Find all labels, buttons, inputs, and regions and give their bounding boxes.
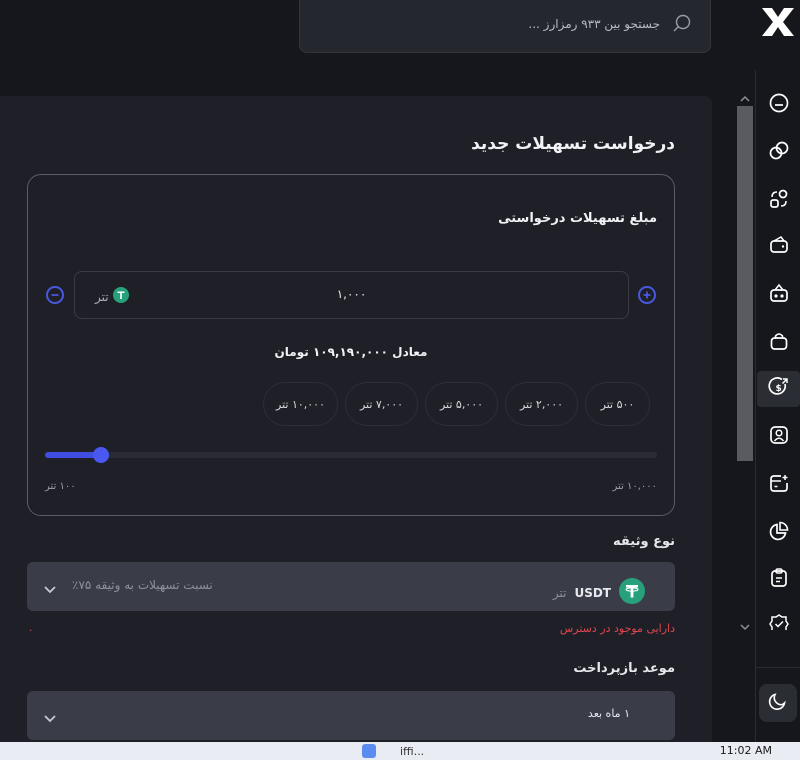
- dollar-circle-icon: $: [767, 376, 790, 402]
- search-icon[interactable]: [672, 14, 692, 38]
- sidebar-item-loan[interactable]: $: [757, 371, 800, 407]
- sidebar-divider: [756, 667, 800, 668]
- scroll-down-icon[interactable]: [740, 616, 750, 635]
- sidebar-item-convert[interactable]: [757, 183, 800, 219]
- amount-value[interactable]: ۱,۰۰۰: [75, 287, 628, 301]
- amount-unit: تتر: [95, 287, 129, 306]
- amount-label: مبلغ تسهیلات درخواستی: [498, 211, 657, 226]
- sidebar-item-bag[interactable]: [757, 325, 800, 361]
- bag-icon: [768, 330, 790, 356]
- taskbar-clock[interactable]: 11:02 AM: [720, 744, 772, 757]
- logo-icon[interactable]: [756, 2, 800, 42]
- slider-max-label: ۱۰,۰۰۰ تتر: [612, 481, 657, 492]
- sidebar-item-chart[interactable]: [757, 515, 800, 551]
- sidebar-item-exchange[interactable]: [757, 135, 800, 171]
- amount-unit-label: تتر: [95, 289, 109, 304]
- scroll-thumb[interactable]: [737, 106, 753, 461]
- decrease-amount-button[interactable]: [46, 286, 64, 304]
- loan-request-panel: درخواست تسهیلات جدید مبلغ تسهیلات درخواس…: [0, 96, 712, 756]
- wallet-card-icon: [768, 282, 790, 308]
- amount-input[interactable]: ۱,۰۰۰ تتر: [74, 271, 629, 319]
- pie-chart-icon: [768, 520, 790, 546]
- profile-icon: [768, 424, 790, 450]
- badge-check-icon: [768, 612, 790, 630]
- preset-5000[interactable]: ۵,۰۰۰ تتر: [425, 382, 498, 426]
- search-input[interactable]: [328, 16, 662, 32]
- slider-min-label: ۱۰۰ تتر: [45, 481, 76, 492]
- clipboard-icon: [768, 566, 790, 592]
- svg-text:$: $: [775, 384, 781, 394]
- card-add-icon: [768, 472, 790, 498]
- sidebar-item-wallet-minus[interactable]: [757, 87, 800, 123]
- available-balance-error: دارایی موجود در دسترس: [559, 622, 675, 635]
- sidebar-nav: $: [755, 70, 800, 742]
- exchange-icon: [768, 140, 790, 166]
- collateral-select[interactable]: USDT تتر نسبت تسهیلات به وثیقه ۷۵٪: [27, 562, 675, 611]
- sidebar-item-card-add[interactable]: [757, 467, 800, 503]
- os-taskbar: iffi... 11:02 AM: [0, 742, 800, 760]
- tether-icon: [619, 578, 645, 607]
- repayment-title: موعد بازپرداخت: [573, 661, 675, 676]
- collateral-coin: USDT تتر: [553, 578, 645, 607]
- convert-icon: [768, 188, 790, 214]
- scrollbar[interactable]: [736, 84, 754, 634]
- moon-icon: [768, 691, 788, 715]
- chevron-down-icon[interactable]: [43, 580, 57, 599]
- scroll-up-icon[interactable]: [740, 88, 750, 107]
- tether-icon: [112, 287, 129, 306]
- sidebar-item-wallet-card[interactable]: [757, 277, 800, 313]
- slider-thumb[interactable]: [92, 447, 109, 463]
- wallet-minus-icon: [768, 92, 790, 118]
- available-balance-value: ۰: [28, 625, 34, 636]
- taskbar-text: iffi...: [400, 745, 425, 758]
- preset-2000[interactable]: ۲,۰۰۰ تتر: [505, 382, 578, 426]
- page-title: درخواست تسهیلات جدید: [471, 134, 675, 154]
- preset-10000[interactable]: ۱۰,۰۰۰ تتر: [263, 382, 338, 426]
- toman-equivalent: معادل ۱۰۹,۱۹۰,۰۰۰ تومان: [274, 345, 428, 359]
- chevron-down-icon[interactable]: [43, 709, 57, 728]
- increase-amount-button[interactable]: [638, 286, 656, 304]
- sidebar-item-badge[interactable]: [757, 608, 800, 630]
- sidebar-item-clipboard[interactable]: [757, 561, 800, 597]
- collateral-coin-unit: تتر: [552, 585, 567, 600]
- sidebar-item-wallet[interactable]: [757, 229, 800, 265]
- repayment-value: ۱ ماه بعد: [587, 707, 630, 720]
- app-icon[interactable]: [362, 744, 376, 758]
- collateral-ratio: نسبت تسهیلات به وثیقه ۷۵٪: [72, 578, 213, 592]
- search-box[interactable]: [299, 0, 711, 53]
- amount-card: مبلغ تسهیلات درخواستی ۱,۰۰۰ تتر معادل ۱۰…: [27, 174, 675, 516]
- collateral-coin-symbol: USDT: [574, 585, 611, 600]
- wallet-icon: [768, 234, 790, 260]
- collateral-title: نوع وثیقه: [613, 534, 675, 549]
- theme-toggle-button[interactable]: [759, 684, 797, 722]
- repayment-select[interactable]: ۱ ماه بعد: [27, 691, 675, 740]
- amount-slider[interactable]: [45, 447, 657, 463]
- preset-7000[interactable]: ۷,۰۰۰ تتر: [345, 382, 418, 426]
- preset-500[interactable]: ۵۰۰ تتر: [585, 382, 650, 426]
- sidebar-item-profile[interactable]: [757, 419, 800, 455]
